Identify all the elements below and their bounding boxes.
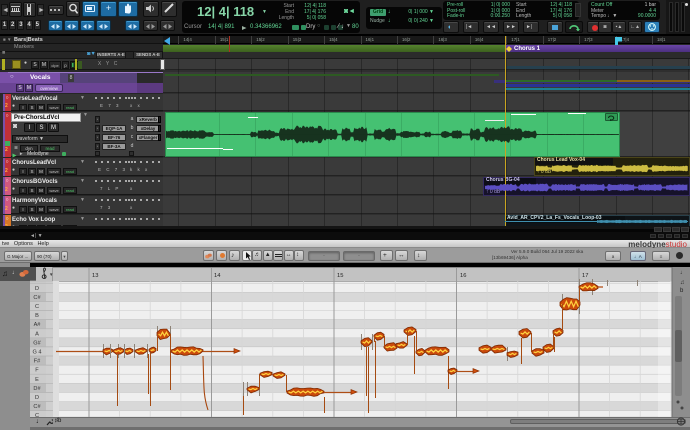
svg-text:B: B <box>35 313 39 319</box>
svg-text:16: 16 <box>460 273 466 279</box>
svg-text:A: A <box>35 331 39 337</box>
svg-text:F: F <box>35 368 39 374</box>
svg-text:D: D <box>35 286 39 292</box>
svg-text:D: D <box>35 395 39 401</box>
svg-text:♫: ♫ <box>680 280 685 286</box>
svg-text:17: 17 <box>582 273 588 279</box>
svg-text:13: 13 <box>92 273 98 279</box>
svg-text:C: C <box>35 304 39 310</box>
svg-text:14: 14 <box>214 273 221 279</box>
svg-text:E: E <box>35 377 39 383</box>
svg-text:C#: C# <box>33 295 41 301</box>
svg-text:A#: A# <box>34 322 42 328</box>
svg-text:G 4: G 4 <box>32 350 41 356</box>
svg-text:C#: C# <box>33 404 41 410</box>
svg-text:D#: D# <box>33 386 41 392</box>
svg-text:15: 15 <box>337 273 343 279</box>
svg-text:♩: ♩ <box>680 270 686 276</box>
svg-text:F#: F# <box>34 359 41 365</box>
svg-text:G#: G# <box>33 340 41 346</box>
